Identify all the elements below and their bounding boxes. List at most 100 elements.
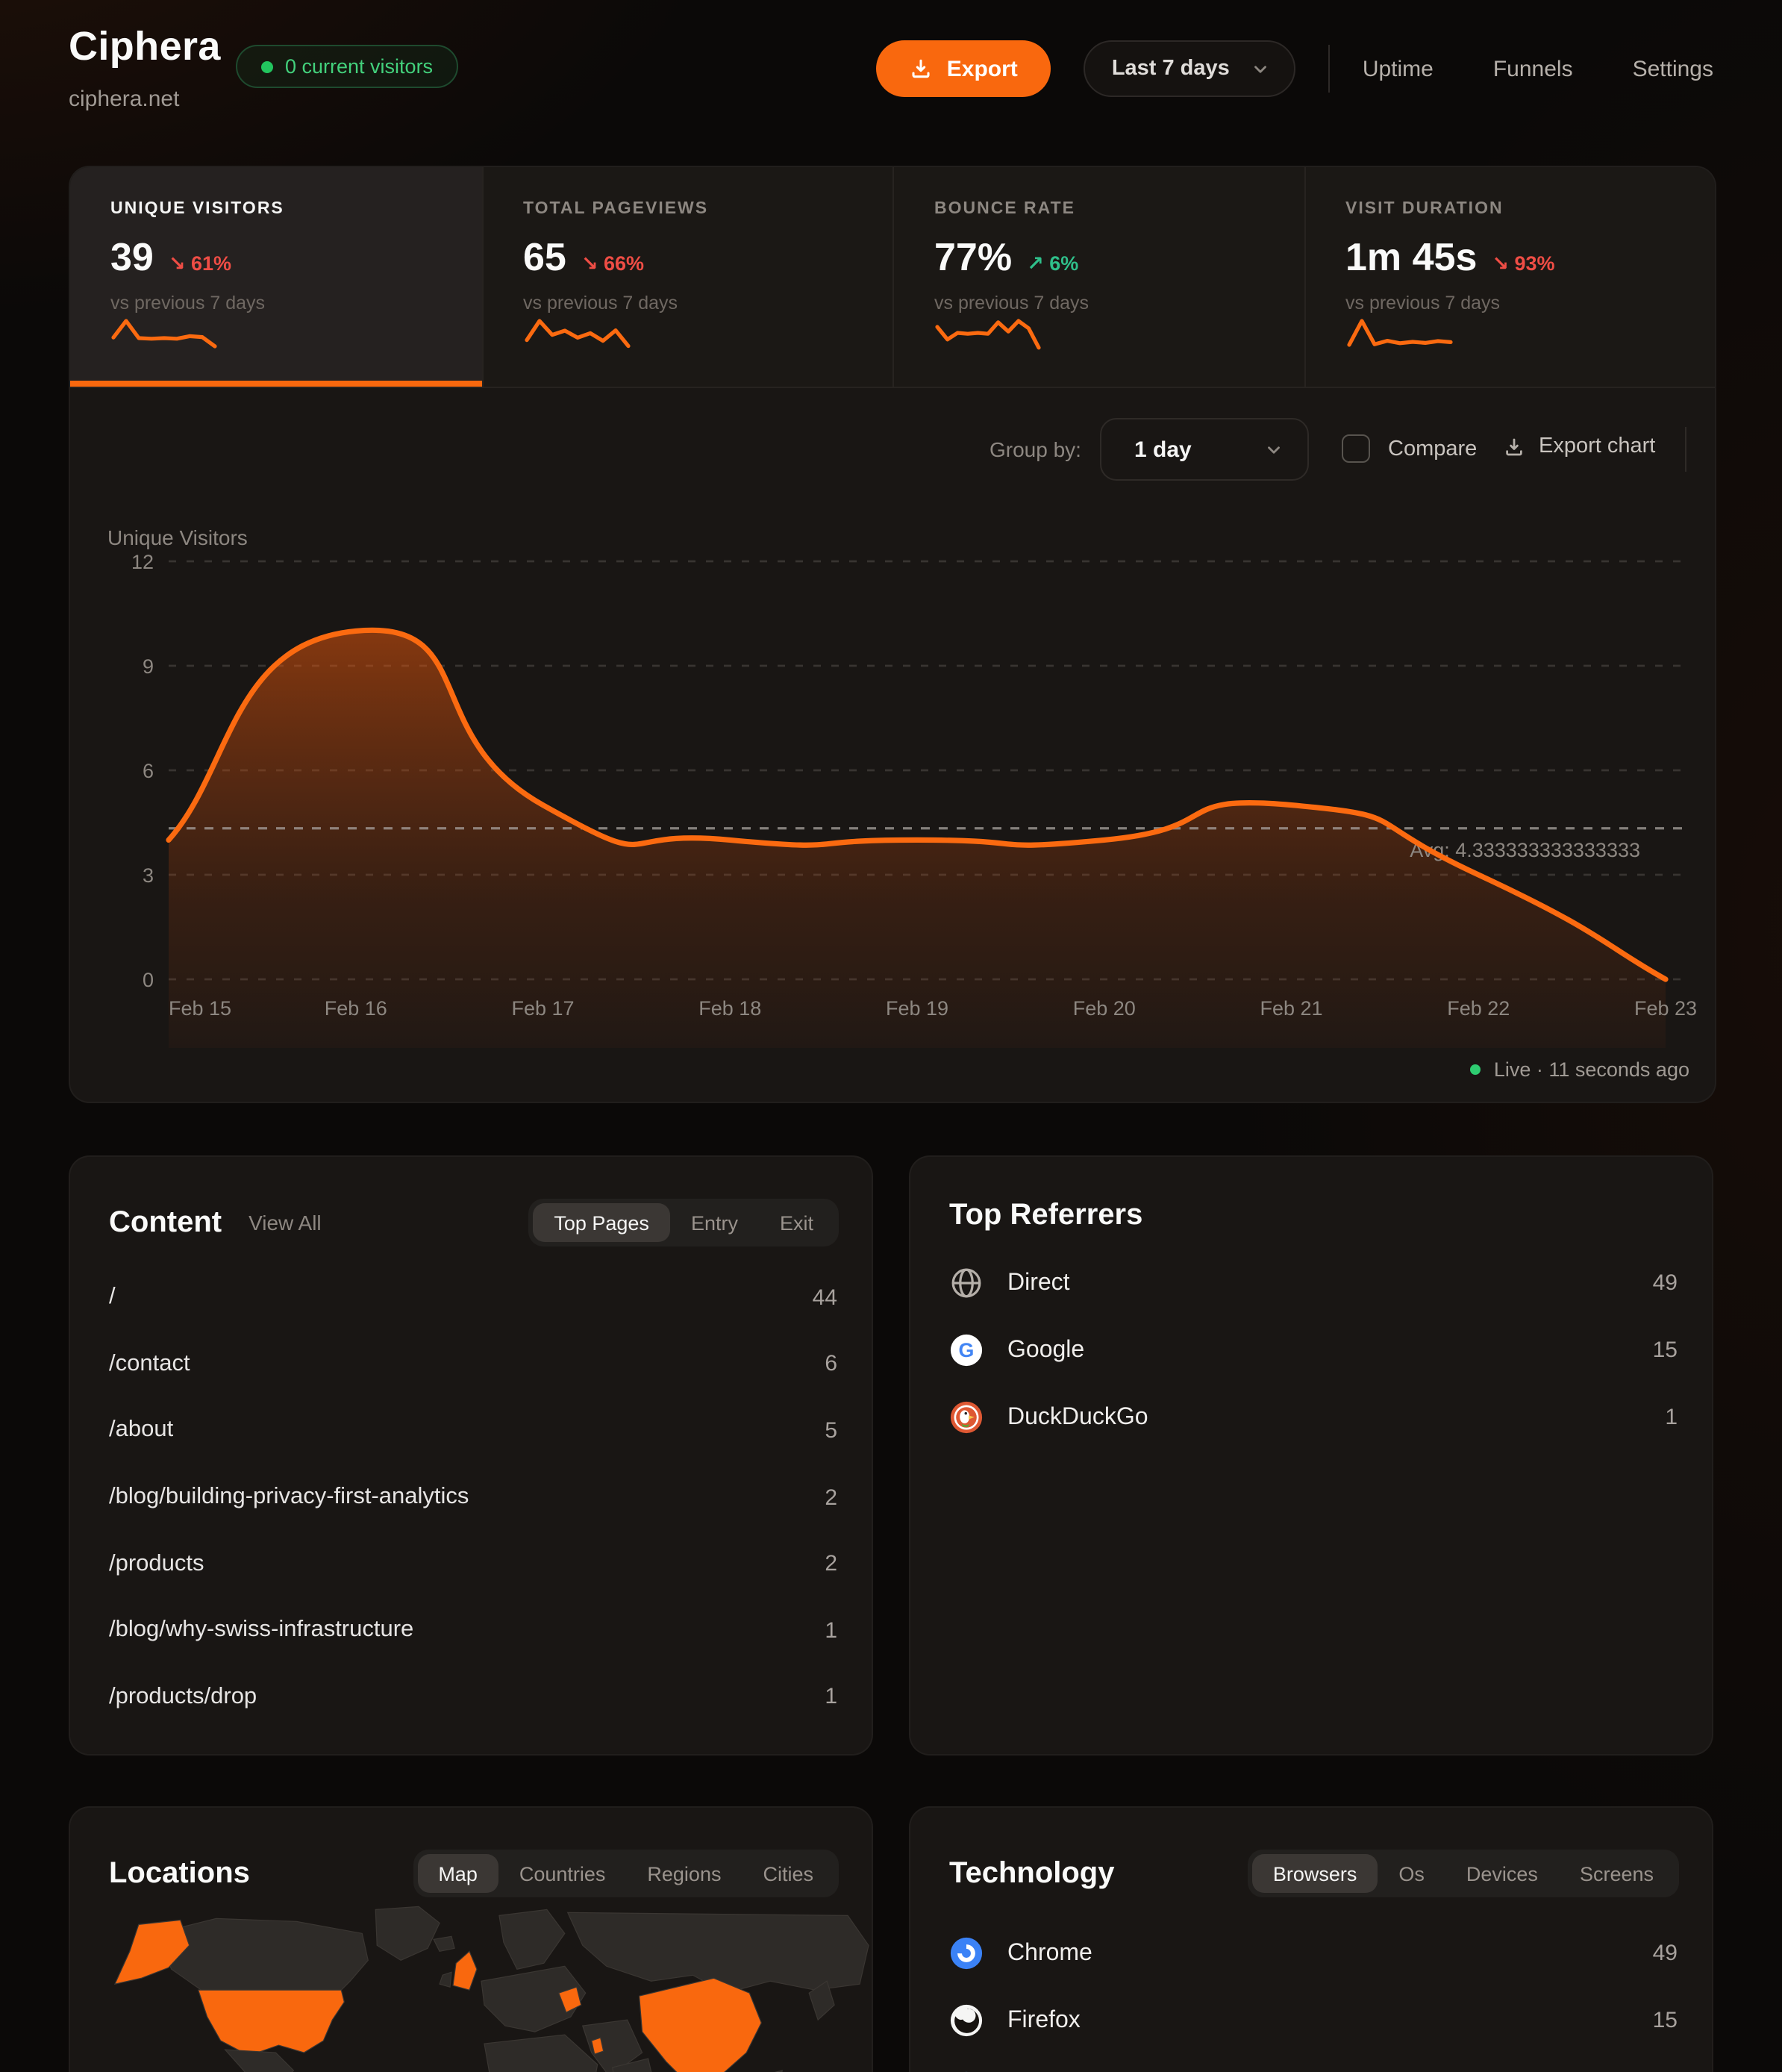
- referrer-count: 1: [1665, 1405, 1678, 1430]
- live-status-label: Live · 11 seconds ago: [1494, 1058, 1689, 1081]
- export-chart-button[interactable]: Export chart: [1503, 434, 1655, 458]
- current-visitors-label: 0 current visitors: [285, 55, 433, 78]
- stat-value: 39: [110, 234, 154, 281]
- stat-value-row: 1m 45s↘ 93%: [1345, 234, 1715, 281]
- stat-title: TOTAL PAGEVIEWS: [523, 200, 892, 218]
- referrer-rows: Direct49GGoogle15 DuckDuckGo 1: [949, 1249, 1678, 1451]
- svg-text:Feb 22: Feb 22: [1447, 997, 1510, 1020]
- referrers-panel: Top Referrers Direct49GGoogle15DuckDuckG…: [909, 1155, 1713, 1756]
- overview-panel: UNIQUE VISITORS 39 ↘ 61% vs previous 7 days…: [69, 166, 1716, 1103]
- locations-tab-regions[interactable]: Regions: [626, 1854, 742, 1893]
- current-visitors-badge: 0 current visitors: [236, 45, 458, 88]
- stat-card-unique-visitors[interactable]: UNIQUE VISITORS 39 ↘ 61% vs previous 7 days: [70, 167, 481, 387]
- stat-value-row: 77%↗ 6%: [934, 234, 1304, 281]
- content-row[interactable]: /products2: [109, 1531, 837, 1597]
- export-chart-label: Export chart: [1539, 434, 1655, 458]
- svg-text:Feb 16: Feb 16: [325, 997, 387, 1020]
- compare-toggle[interactable]: Compare: [1342, 434, 1477, 463]
- stat-value: 65: [523, 234, 566, 281]
- page-views-count: 2: [825, 1485, 837, 1510]
- stat-sparkline: [934, 315, 1042, 357]
- browser-name: Chrome: [1007, 1940, 1092, 1967]
- browser-name: Firefox: [1007, 2007, 1081, 2034]
- stat-compare-label: vs previous 7 days: [1345, 293, 1715, 313]
- svg-text:Feb 17: Feb 17: [511, 997, 574, 1020]
- world-map[interactable]: [70, 1900, 873, 2072]
- date-range-select[interactable]: Last 7 days: [1084, 40, 1295, 97]
- google-icon: G: [949, 1333, 984, 1367]
- chrome-row[interactable]: Chrome49: [949, 1920, 1678, 1987]
- page-views-count: 6: [825, 1352, 837, 1377]
- locations-header: Locations MapCountriesRegionsCities: [109, 1850, 839, 1897]
- live-dot-icon: [261, 60, 273, 72]
- content-row[interactable]: /products/drop1: [109, 1664, 837, 1730]
- technology-panel: Technology BrowsersOsDevicesScreens Chro…: [909, 1806, 1713, 2072]
- content-row[interactable]: /about5: [109, 1397, 837, 1464]
- locations-title: Locations: [109, 1856, 250, 1891]
- unique-visitors-chart[interactable]: Avg: 4.333333333333333 036912Feb 15Feb 1…: [70, 508, 1716, 1052]
- nav-funnels[interactable]: Funnels: [1493, 56, 1573, 81]
- stat-compare-label: vs previous 7 days: [523, 293, 892, 313]
- locations-tab-countries[interactable]: Countries: [498, 1854, 627, 1893]
- stat-delta: ↘ 61%: [169, 252, 231, 276]
- svg-text:3: 3: [143, 864, 154, 887]
- stat-title: UNIQUE VISITORS: [110, 200, 481, 218]
- content-tab-entry[interactable]: Entry: [670, 1203, 759, 1242]
- compare-checkbox[interactable]: [1342, 434, 1370, 463]
- technology-tab-os[interactable]: Os: [1378, 1854, 1445, 1893]
- stat-delta: ↘ 66%: [581, 252, 644, 276]
- live-status: Live · 11 seconds ago: [1470, 1058, 1689, 1081]
- controls-divider: [1685, 427, 1686, 472]
- chart-series: Avg: 4.333333333333333: [169, 630, 1689, 1048]
- content-row[interactable]: /blog/building-privacy-first-analytics2: [109, 1464, 837, 1531]
- stat-card-total-pageviews[interactable]: TOTAL PAGEVIEWS 65 ↘ 66% vs previous 7 days: [481, 167, 892, 387]
- page-path: /contact: [109, 1351, 190, 1378]
- locations-tab-map[interactable]: Map: [417, 1854, 498, 1893]
- chevron-down-icon: [1264, 440, 1284, 459]
- stat-compare-label: vs previous 7 days: [110, 293, 481, 313]
- brand-logo: Ciphera: [69, 24, 221, 70]
- page-views-count: 1: [825, 1618, 837, 1644]
- direct-row[interactable]: Direct49: [949, 1249, 1678, 1317]
- technology-tab-devices[interactable]: Devices: [1445, 1854, 1559, 1893]
- content-row[interactable]: /44: [109, 1264, 837, 1331]
- technology-tab-screens[interactable]: Screens: [1559, 1854, 1675, 1893]
- svg-text:Feb 20: Feb 20: [1073, 997, 1136, 1020]
- row-row[interactable]: [949, 2054, 1678, 2072]
- referrer-name: DuckDuckGo: [1007, 1404, 1148, 1431]
- chrome-icon: [949, 1936, 984, 1970]
- stat-card-bounce-rate[interactable]: BOUNCE RATE77%↗ 6%vs previous 7 days: [892, 167, 1304, 387]
- content-row[interactable]: /blog/why-swiss-infrastructure 1: [109, 1597, 837, 1664]
- content-tab-exit[interactable]: Exit: [759, 1203, 834, 1242]
- view-all-link[interactable]: View All: [248, 1211, 322, 1235]
- stat-value: 1m 45s: [1345, 234, 1477, 281]
- locations-tab-cities[interactable]: Cities: [742, 1854, 834, 1893]
- content-tabs: Top PagesEntryExit: [528, 1199, 839, 1246]
- page-views-count: 44: [813, 1285, 837, 1311]
- referrers-header: Top Referrers: [949, 1199, 1679, 1233]
- group-by-select[interactable]: 1 day: [1100, 418, 1309, 481]
- technology-tab-browsers[interactable]: Browsers: [1252, 1854, 1378, 1893]
- live-dot-icon: [1470, 1064, 1481, 1075]
- page-path: /blog/why-swiss-infrastructure: [109, 1617, 413, 1644]
- technology-title: Technology: [949, 1856, 1115, 1891]
- stat-compare-label: vs previous 7 days: [934, 293, 1304, 313]
- stat-title: VISIT DURATION: [1345, 200, 1715, 218]
- nav-uptime[interactable]: Uptime: [1363, 56, 1434, 81]
- nav-settings[interactable]: Settings: [1633, 56, 1713, 81]
- export-button-label: Export: [947, 56, 1018, 81]
- export-button[interactable]: Export: [877, 40, 1051, 97]
- stat-sparkline: [1345, 315, 1453, 357]
- google-row[interactable]: GGoogle15: [949, 1317, 1678, 1384]
- duckduckgo-row[interactable]: DuckDuckGo 1: [949, 1384, 1678, 1451]
- content-tab-top-pages[interactable]: Top Pages: [533, 1203, 670, 1242]
- content-header: Content View All Top PagesEntryExit: [109, 1199, 839, 1246]
- globe-icon: [949, 1266, 984, 1300]
- stat-value-row: 65 ↘ 66%: [523, 234, 892, 281]
- analytics-dashboard: Ciphera 0 current visitors ciphera.net E…: [0, 0, 1782, 2072]
- stat-card-visit-duration[interactable]: VISIT DURATION 1m 45s↘ 93% vs previous 7 d…: [1304, 167, 1715, 387]
- content-row[interactable]: /contact 6: [109, 1331, 837, 1397]
- referrer-count: 15: [1653, 1338, 1678, 1363]
- firefox-row[interactable]: Firefox15: [949, 1987, 1678, 2054]
- main-nav: Uptime Funnels Settings: [1363, 56, 1713, 81]
